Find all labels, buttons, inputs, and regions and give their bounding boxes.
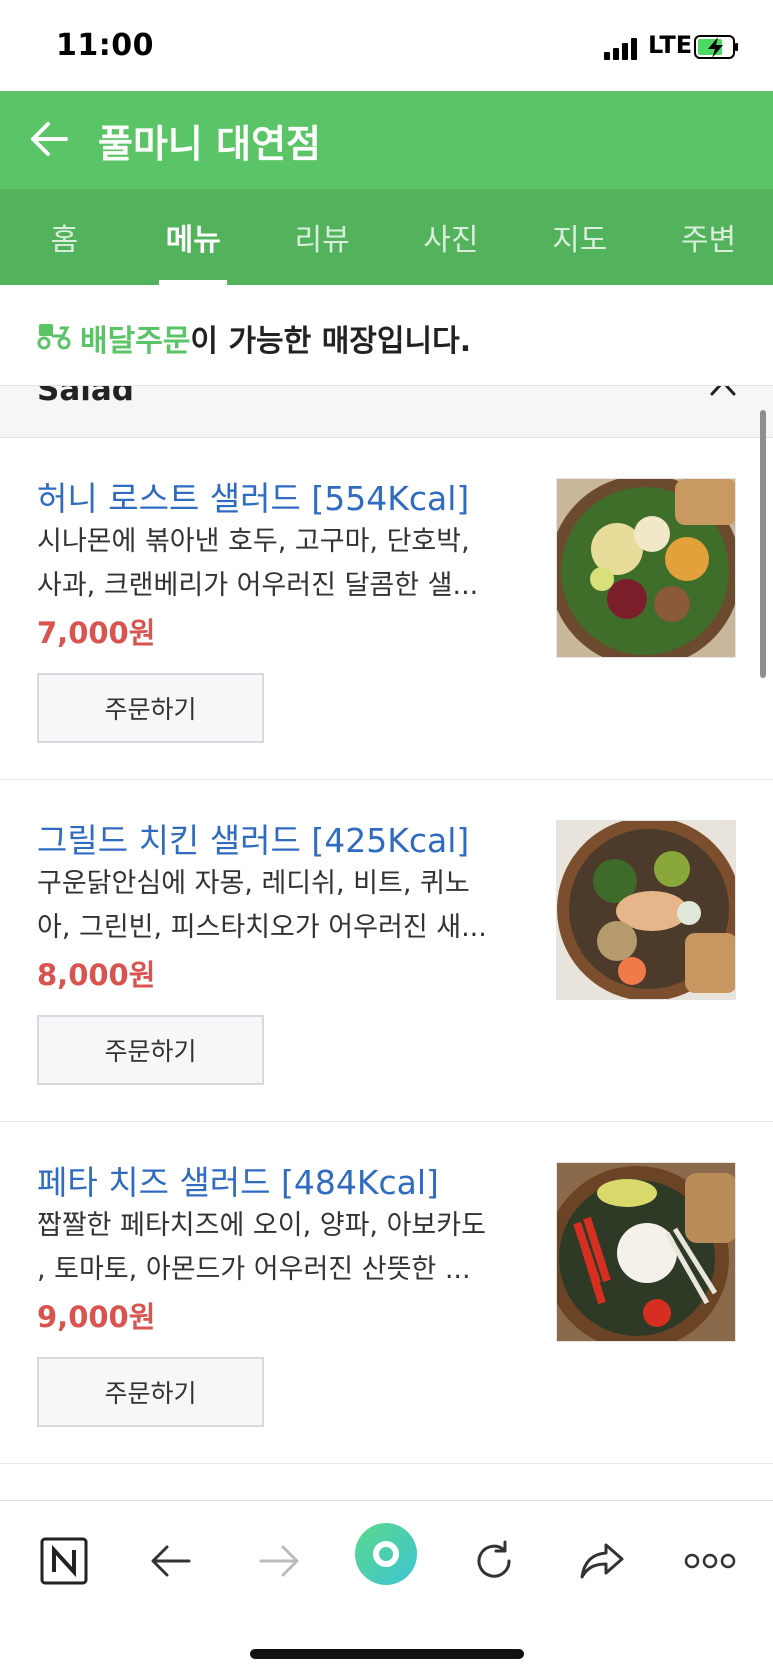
tab-nearby[interactable]: 주변 — [644, 189, 773, 285]
status-time: 11:00 — [56, 28, 154, 63]
menu-item-price: 7,000원 — [37, 616, 156, 650]
salad-photo-icon — [557, 1163, 735, 1341]
menu-item-description-line: , 토마토, 아몬드가 어우러진 산뜻한 ... — [37, 1254, 471, 1285]
naver-n-icon[interactable] — [34, 1531, 94, 1591]
menu-item-description-line: 짭짤한 페타치즈에 오이, 양파, 아보카도 — [37, 1210, 486, 1241]
app-header: 풀마니 대연점 — [0, 91, 773, 189]
menu-item-price: 8,000원 — [37, 958, 156, 992]
menu-item-name[interactable]: 페타 치즈 샐러드 [484Kcal] — [37, 1156, 439, 1204]
menu-item-photo[interactable] — [556, 478, 736, 658]
green-dot-icon[interactable] — [353, 1521, 419, 1587]
menu-item-description-line: 구운닭안심에 자몽, 레디쉬, 비트, 퀴노 — [37, 868, 470, 899]
menu-item-name[interactable]: 그릴드 치킨 샐러드 [425Kcal] — [37, 814, 469, 862]
chevron-up-icon[interactable] — [710, 385, 736, 396]
menu-item-description-line: 아, 그린빈, 피스타치오가 어우러진 새... — [37, 912, 487, 943]
tab-map[interactable]: 지도 — [515, 189, 644, 285]
menu-item-description-line: 시나몬에 볶아낸 호두, 고구마, 단호박, — [37, 526, 470, 557]
menu-item-description: 구운닭안심에 자몽, 레디쉬, 비트, 퀴노 아, 그린빈, 피스타치오가 어우… — [37, 862, 517, 950]
salad-photo-icon — [557, 479, 735, 657]
section-title: Salad — [37, 385, 134, 408]
menu-item[interactable]: 그릴드 치킨 샐러드 [425Kcal] 구운닭안심에 자몽, 레디쉬, 비트,… — [0, 780, 773, 1122]
delivery-notice-text: 배달주문이 가능한 매장입니다. — [80, 316, 471, 360]
back-arrow-icon[interactable] — [26, 115, 74, 163]
menu-item-name[interactable]: 허니 로스트 샐러드 [554Kcal] — [37, 472, 469, 520]
home-indicator[interactable] — [250, 1649, 524, 1659]
menu-item-description: 짭짤한 페타치즈에 오이, 양파, 아보카도 , 토마토, 아몬드가 어우러진 … — [37, 1204, 517, 1292]
delivery-notice-suffix: 이 가능한 매장입니다. — [190, 324, 472, 359]
menu-item[interactable]: 페타 치즈 샐러드 [484Kcal] 짭짤한 페타치즈에 오이, 양파, 아보… — [0, 1122, 773, 1464]
network-label: LTE — [648, 31, 693, 59]
more-icon[interactable] — [680, 1531, 740, 1591]
status-bar: 11:00 LTE — [0, 0, 773, 91]
scrollbar[interactable] — [760, 410, 766, 678]
order-button[interactable]: 주문하기 — [37, 1357, 264, 1427]
signal-icon — [604, 38, 642, 60]
back-arrow-icon[interactable] — [141, 1531, 201, 1591]
delivery-scooter-icon — [37, 324, 71, 350]
browser-toolbar — [0, 1500, 773, 1674]
tab-photo[interactable]: 사진 — [386, 189, 515, 285]
tab-home[interactable]: 홈 — [0, 189, 129, 285]
menu-item-photo[interactable] — [556, 820, 736, 1000]
tab-review[interactable]: 리뷰 — [258, 189, 387, 285]
battery-charging-icon — [694, 35, 738, 59]
menu-list: 허니 로스트 샐러드 [554Kcal] 시나몬에 볶아낸 호두, 고구마, 단… — [0, 438, 773, 1464]
share-icon[interactable] — [572, 1531, 632, 1591]
tab-menu[interactable]: 메뉴 — [129, 189, 258, 285]
menu-item-price: 9,000원 — [37, 1300, 156, 1334]
tab-bar: 홈 메뉴 리뷰 사진 지도 주변 — [0, 189, 773, 285]
menu-item-photo[interactable] — [556, 1162, 736, 1342]
order-button[interactable]: 주문하기 — [37, 673, 264, 743]
order-button[interactable]: 주문하기 — [37, 1015, 264, 1085]
menu-item-description: 시나몬에 볶아낸 호두, 고구마, 단호박, 사과, 크랜베리가 어우러진 달콤… — [37, 520, 517, 608]
page-title: 풀마니 대연점 — [98, 122, 321, 166]
menu-item-description-line: 사과, 크랜베리가 어우러진 달콤한 샐... — [37, 570, 479, 601]
delivery-notice: 배달주문이 가능한 매장입니다. — [0, 285, 773, 385]
salad-photo-icon — [557, 821, 735, 999]
forward-arrow-icon[interactable] — [249, 1531, 309, 1591]
reload-icon[interactable] — [464, 1531, 524, 1591]
menu-item[interactable]: 허니 로스트 샐러드 [554Kcal] 시나몬에 볶아낸 호두, 고구마, 단… — [0, 438, 773, 780]
section-header[interactable]: Salad — [0, 385, 773, 438]
delivery-order-link[interactable]: 배달주문 — [80, 324, 190, 359]
